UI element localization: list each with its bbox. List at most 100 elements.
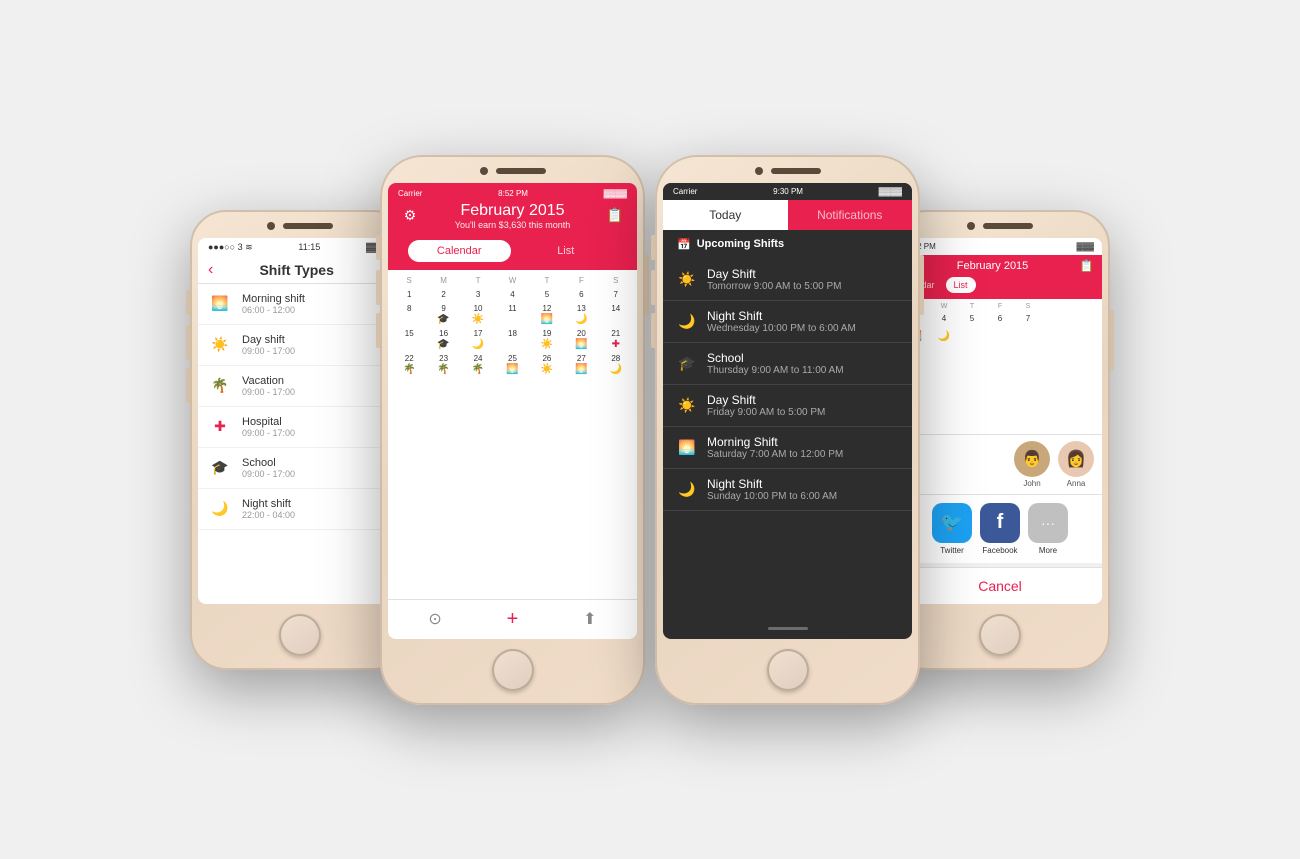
contact-john[interactable]: 👨 John xyxy=(1014,441,1050,488)
facebook-icon: f xyxy=(980,503,1020,543)
phone-2-screen: Carrier 8:52 PM ▓▓▓▓ ⚙ February 2015 You… xyxy=(388,183,637,639)
share-app-twitter[interactable]: 🐦 Twitter xyxy=(932,503,972,555)
shift-item[interactable]: ☀️ Day Shift Friday 9:00 AM to 5:00 PM xyxy=(663,385,912,427)
status-bar-2: Carrier 8:52 PM ▓▓▓▓ xyxy=(398,189,627,198)
shift-item[interactable]: 🌙 Night Shift Sunday 10:00 PM to 6:00 AM xyxy=(663,469,912,511)
more-icon: ··· xyxy=(1028,503,1068,543)
phone-4-screen: 8:52 PM ▓▓▓ February 2015 📋 ...dar List … xyxy=(898,238,1102,604)
calendar-grid: S M T W T F S 1 2 3 4 5 xyxy=(388,270,637,599)
speaker-bar-3 xyxy=(771,168,821,174)
camera-dot-2 xyxy=(480,167,488,175)
phone-1-top xyxy=(190,210,410,238)
cal-week-4-2: 🌅 🌙 xyxy=(902,329,1098,344)
shift-item[interactable]: ☀️ Day Shift Tomorrow 9:00 AM to 5:00 PM xyxy=(663,259,912,301)
hospital-text: Hospital 09:00 - 17:00 xyxy=(242,416,295,438)
add-shift-button[interactable]: + xyxy=(507,608,519,631)
hospital-icon: ✚ xyxy=(208,415,232,439)
morning-shift-text: Morning shift 06:00 - 12:00 xyxy=(242,293,305,315)
home-button-3[interactable] xyxy=(767,649,809,691)
home-button-1[interactable] xyxy=(279,614,321,656)
phones-container: ●●●○○ 3 ≋ 11:15 ▓▓▓▒ ‹ Shift Types 🌅 Mor… xyxy=(0,0,1300,859)
list-item[interactable]: ✚ Hospital 09:00 - 17:00 xyxy=(198,407,402,448)
school-icon: 🎓 xyxy=(208,456,232,480)
upcoming-shifts-list: ☀️ Day Shift Tomorrow 9:00 AM to 5:00 PM… xyxy=(663,259,912,619)
morning-shift-icon-1: 🌅 xyxy=(677,439,697,456)
phone-4-bottom xyxy=(979,604,1021,670)
day-shift-icon-2: ☀️ xyxy=(677,397,697,414)
home-indicator xyxy=(768,627,808,630)
month-title: February 2015 You'll earn $3,630 this mo… xyxy=(422,202,603,230)
time-2: 8:52 PM xyxy=(498,189,528,198)
mini-share-icon[interactable]: 📋 xyxy=(1079,259,1094,273)
speaker-bar-4 xyxy=(983,223,1033,229)
bottom-indicator-3 xyxy=(663,619,912,639)
carrier-3: Carrier xyxy=(673,187,697,196)
phone-4-top xyxy=(890,210,1110,238)
time-3: 9:30 PM xyxy=(773,187,803,196)
calendar-share-icon[interactable]: 📋 xyxy=(603,207,627,224)
twitter-icon: 🐦 xyxy=(932,503,972,543)
week-1: 1 2 3 4 5 6 7 xyxy=(392,289,633,301)
shift-item[interactable]: 🌅 Morning Shift Saturday 7:00 AM to 12:0… xyxy=(663,427,912,469)
cal-week-4-1: 3 4 5 6 7 xyxy=(902,312,1098,325)
list-item[interactable]: 🌅 Morning shift 06:00 - 12:00 xyxy=(198,284,402,325)
john-avatar: 👨 xyxy=(1014,441,1050,477)
anna-avatar: 👩 xyxy=(1058,441,1094,477)
tab-today[interactable]: Today xyxy=(663,200,788,230)
contact-anna[interactable]: 👩 Anna xyxy=(1058,441,1094,488)
day-shift-icon: ☀️ xyxy=(208,333,232,357)
phone-3: Carrier 9:30 PM ▓▓▓▓ Today Notifications… xyxy=(655,155,920,705)
list-item[interactable]: ☀️ Day shift 09:00 - 17:00 xyxy=(198,325,402,366)
time-1: 11:15 xyxy=(298,242,320,252)
nav-bar-1: ‹ Shift Types xyxy=(198,257,402,284)
bottom-icon-1[interactable]: ⊙ xyxy=(428,609,441,629)
cancel-button[interactable]: Cancel xyxy=(908,578,1092,594)
back-button[interactable]: ‹ xyxy=(208,261,213,279)
week-2: 8 9🎓 10☀️ 11 12🌅 13🌙 14 xyxy=(392,303,633,326)
speaker-bar-2 xyxy=(496,168,546,174)
carrier-2: Carrier xyxy=(398,189,422,198)
tab-list[interactable]: List xyxy=(515,240,618,262)
calendar-tabs: Calendar List xyxy=(388,240,637,270)
shift-item[interactable]: 🌙 Night Shift Wednesday 10:00 PM to 6:00… xyxy=(663,301,912,343)
vacation-icon: 🌴 xyxy=(208,374,232,398)
calendar-header: Carrier 8:52 PM ▓▓▓▓ ⚙ February 2015 You… xyxy=(388,183,637,240)
phone-3-bottom xyxy=(767,639,809,705)
week-4: 22🌴 23🌴 24🌴 25🌅 26☀️ 27🌅 28🌙 xyxy=(392,353,633,376)
shift-item[interactable]: 🎓 School Thursday 9:00 AM to 11:00 AM xyxy=(663,343,912,385)
list-item[interactable]: 🌴 Vacation 09:00 - 17:00 xyxy=(198,366,402,407)
settings-icon[interactable]: ⚙ xyxy=(398,207,422,224)
dow-row-4: T W T F S xyxy=(902,303,1098,310)
night-shift-icon-1: 🌙 xyxy=(677,313,697,330)
list-item[interactable]: 🎓 School 09:00 - 17:00 xyxy=(198,448,402,489)
share-app-more[interactable]: ··· More xyxy=(1028,503,1068,555)
share-button[interactable]: ⬆ xyxy=(583,609,596,629)
status-bar-1: ●●●○○ 3 ≋ 11:15 ▓▓▓▒ xyxy=(198,238,402,257)
bottom-bar-2: ⊙ + ⬆ xyxy=(388,599,637,639)
camera-dot xyxy=(267,222,275,230)
list-item[interactable]: 🌙 Night shift 22:00 - 04:00 xyxy=(198,489,402,530)
camera-dot-3 xyxy=(755,167,763,175)
speaker-bar xyxy=(283,223,333,229)
tab-notifications[interactable]: Notifications xyxy=(788,200,913,230)
home-button-4[interactable] xyxy=(979,614,1021,656)
school-text: School 09:00 - 17:00 xyxy=(242,457,295,479)
share-app-facebook[interactable]: f Facebook xyxy=(980,503,1020,555)
day-shift-text: Day shift 09:00 - 17:00 xyxy=(242,334,295,356)
battery-3: ▓▓▓▓ xyxy=(879,187,902,196)
tab-calendar[interactable]: Calendar xyxy=(408,240,511,262)
tab-list-4[interactable]: List xyxy=(946,277,976,293)
night-shift-text: Night shift 22:00 - 04:00 xyxy=(242,498,295,520)
home-button-2[interactable] xyxy=(492,649,534,691)
status-bar-4: 8:52 PM ▓▓▓ xyxy=(898,238,1102,255)
phone-2-top xyxy=(380,155,645,183)
morning-shift-icon: 🌅 xyxy=(208,292,232,316)
night-shift-icon-2: 🌙 xyxy=(677,481,697,498)
vacation-text: Vacation 09:00 - 17:00 xyxy=(242,375,295,397)
phone-2-bottom xyxy=(492,639,534,705)
mini-header-4: February 2015 📋 xyxy=(898,255,1102,277)
phone-1-screen: ●●●○○ 3 ≋ 11:15 ▓▓▓▒ ‹ Shift Types 🌅 Mor… xyxy=(198,238,402,604)
days-of-week: S M T W T F S xyxy=(392,274,633,287)
today-tabs: Today Notifications xyxy=(663,200,912,230)
battery-4: ▓▓▓ xyxy=(1077,242,1095,251)
